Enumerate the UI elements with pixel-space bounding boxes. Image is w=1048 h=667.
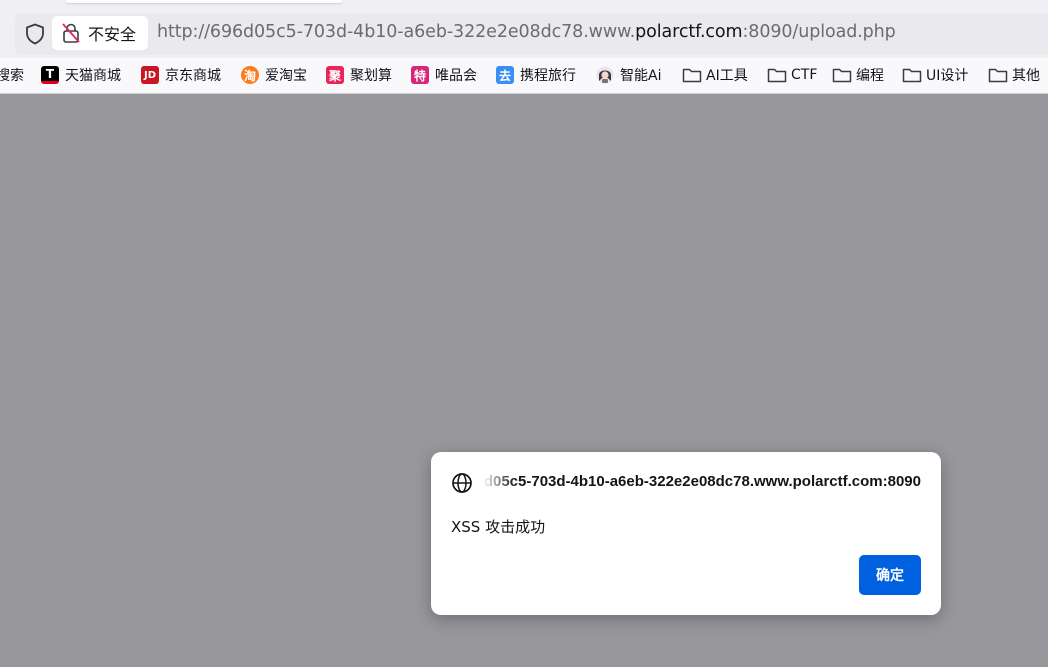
bookmark-ai[interactable]: 智能Ai: [596, 64, 661, 86]
juhuasuan-icon: 聚: [326, 66, 344, 84]
folder-programming[interactable]: 编程: [832, 64, 884, 86]
folder-icon: [832, 68, 852, 83]
origin-fade-mask: [479, 468, 515, 498]
alert-dialog: 696d05c5-703d-4b10-a6eb-322e2e08dc78.www…: [431, 452, 941, 615]
ctrip-icon: 去: [496, 66, 514, 84]
bookmark-search[interactable]: 搜索: [0, 64, 24, 86]
bookmark-label: CTF: [791, 67, 818, 83]
dialog-message: XSS 攻击成功: [451, 518, 546, 536]
active-tab-edge[interactable]: [66, 0, 342, 3]
bookmark-juhuasuan[interactable]: 聚聚划算: [326, 64, 392, 86]
url-prefix: http://696d05c5-703d-4b10-a6eb-322e2e08d…: [157, 22, 636, 42]
bookmark-label: AI工具: [706, 68, 748, 84]
bookmark-label: 爱淘宝: [265, 68, 307, 84]
taobao-icon: 淘: [241, 66, 259, 84]
connection-not-secure-badge[interactable]: 不安全: [52, 16, 148, 50]
bookmark-label: 携程旅行: [520, 68, 576, 84]
vip-icon: 特: [411, 66, 429, 84]
bookmark-label: 唯品会: [435, 68, 477, 84]
bookmark-ctrip[interactable]: 去携程旅行: [496, 64, 576, 86]
folder-icon: [902, 68, 922, 83]
bookmark-tmall[interactable]: T 天猫商城: [41, 64, 121, 86]
folder-ai-tools[interactable]: AI工具: [682, 64, 748, 86]
tmall-icon: T: [41, 66, 59, 84]
bookmark-taobao[interactable]: 淘爱淘宝: [241, 64, 307, 86]
bookmark-label: 天猫商城: [65, 68, 121, 84]
ok-button[interactable]: 确定: [859, 555, 921, 595]
folder-icon: [682, 68, 702, 83]
bookmark-label: 京东商城: [165, 68, 221, 84]
url-domain: polarctf.com: [635, 22, 743, 42]
dialog-origin: 696d05c5-703d-4b10-a6eb-322e2e08dc78.www…: [481, 473, 921, 490]
folder-ui-design[interactable]: UI设计: [902, 64, 968, 86]
security-label: 不安全: [88, 25, 137, 44]
bookmark-label: 聚划算: [350, 68, 392, 84]
bookmarks-toolbar: 搜索 T 天猫商城 JD 京东商城 淘爱淘宝 聚聚划算 特唯品会 去携程旅行 智能A…: [0, 58, 1048, 94]
bookmark-vip[interactable]: 特唯品会: [411, 64, 477, 86]
ai-avatar-icon: [596, 66, 614, 84]
insecure-lock-icon: [62, 22, 82, 44]
bookmark-label: UI设计: [926, 68, 969, 84]
url-text[interactable]: http://696d05c5-703d-4b10-a6eb-322e2e08d…: [157, 22, 896, 42]
folder-ctf[interactable]: CTF: [767, 64, 817, 86]
bookmark-jd[interactable]: JD 京东商城: [141, 64, 221, 86]
url-suffix: :8090/upload.php: [742, 22, 896, 42]
folder-other[interactable]: 其他: [988, 64, 1040, 86]
folder-icon: [988, 68, 1008, 83]
bookmark-label: 搜索: [0, 68, 24, 84]
globe-icon: [452, 473, 472, 493]
jd-icon: JD: [141, 66, 159, 84]
bookmark-label: 编程: [856, 68, 884, 84]
bookmark-label: 智能Ai: [620, 68, 662, 84]
folder-icon: [767, 68, 787, 83]
tracking-protection-shield-icon[interactable]: [24, 22, 46, 46]
bookmark-label: 其他: [1012, 68, 1040, 84]
